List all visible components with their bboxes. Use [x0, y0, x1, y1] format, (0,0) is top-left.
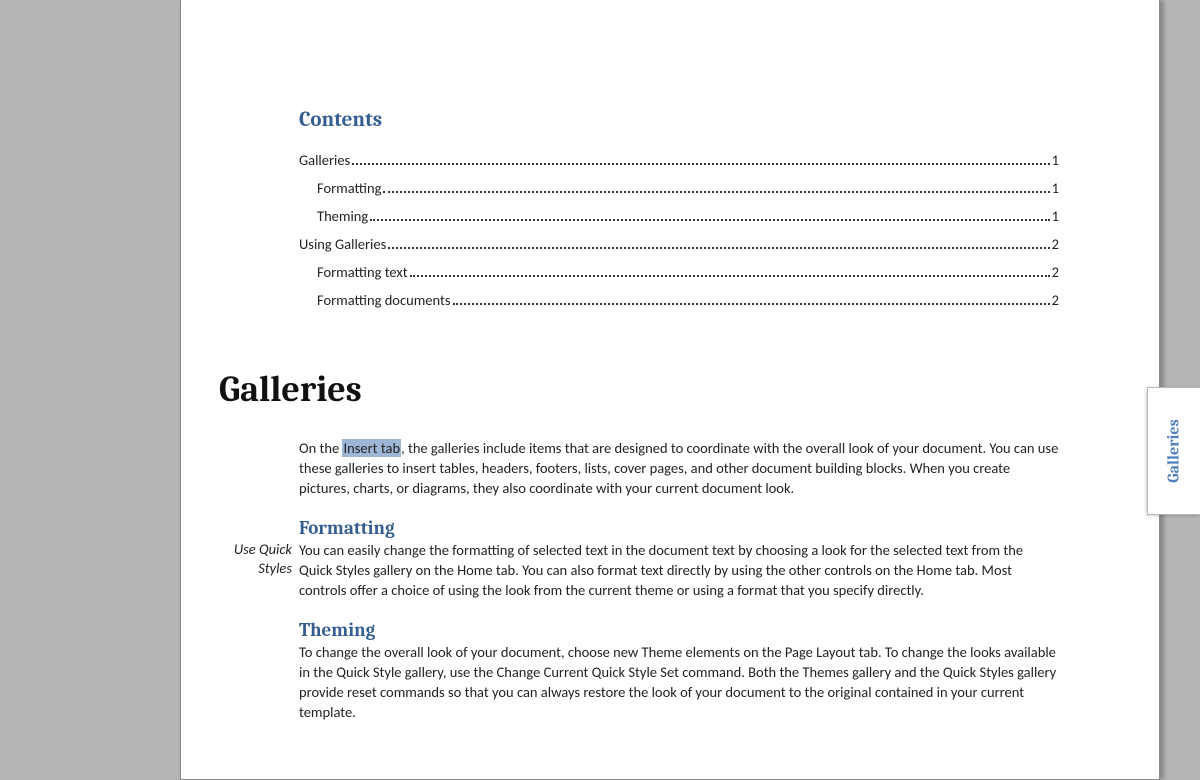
toc-leader [383, 191, 1049, 193]
subheading-theming: Theming [299, 620, 1059, 640]
toc-label: Formatting [317, 174, 381, 202]
toc-label: Formatting text [317, 258, 408, 286]
toc-leader [370, 219, 1049, 221]
toc-label: Galleries [299, 146, 350, 174]
highlighted-text[interactable]: Insert tab [342, 439, 401, 457]
margin-note: Use Quick Styles [217, 540, 292, 578]
theming-body: To change the overall look of your docum… [299, 642, 1059, 722]
toc-leader [352, 163, 1049, 165]
formatting-body: You can easily change the formatting of … [299, 540, 1059, 600]
table-of-contents: Galleries 1 Formatting 1 Theming 1 Using… [299, 146, 1059, 314]
thumbnail-tab[interactable]: Galleries [1147, 387, 1200, 515]
page-content: Contents Galleries 1 Formatting 1 Themin… [299, 108, 1059, 742]
thumbnail-tab-label: Galleries [1165, 419, 1183, 482]
formatting-block: Use Quick Styles Formatting You can easi… [299, 518, 1059, 600]
toc-page: 1 [1052, 174, 1059, 202]
toc-page: 2 [1052, 230, 1059, 258]
toc-title: Contents [299, 108, 1059, 132]
toc-page: 1 [1052, 146, 1059, 174]
toc-row[interactable]: Using Galleries 2 [299, 230, 1059, 258]
toc-row[interactable]: Galleries 1 [299, 146, 1059, 174]
toc-row[interactable]: Formatting documents 2 [299, 286, 1059, 314]
workspace: Contents Galleries 1 Formatting 1 Themin… [0, 0, 1200, 780]
toc-label: Formatting documents [317, 286, 451, 314]
toc-row[interactable]: Formatting text 2 [299, 258, 1059, 286]
toc-label: Theming [317, 202, 368, 230]
toc-row[interactable]: Formatting 1 [299, 174, 1059, 202]
intro-paragraph: On the Insert tab, the galleries include… [299, 438, 1059, 498]
subheading-formatting: Formatting [299, 518, 1059, 538]
toc-leader [410, 275, 1050, 277]
document-page: Contents Galleries 1 Formatting 1 Themin… [180, 0, 1160, 780]
toc-leader [388, 247, 1049, 249]
section-heading-galleries: Galleries [219, 369, 1059, 410]
toc-page: 1 [1052, 202, 1059, 230]
intro-text-pre: On the [299, 439, 342, 457]
toc-page: 2 [1052, 286, 1059, 314]
toc-label: Using Galleries [299, 230, 386, 258]
toc-page: 2 [1052, 258, 1059, 286]
theming-block: Theming To change the overall look of yo… [299, 620, 1059, 722]
toc-leader [453, 303, 1050, 305]
intro-text-post: , the galleries include items that are d… [299, 439, 1058, 497]
toc-row[interactable]: Theming 1 [299, 202, 1059, 230]
